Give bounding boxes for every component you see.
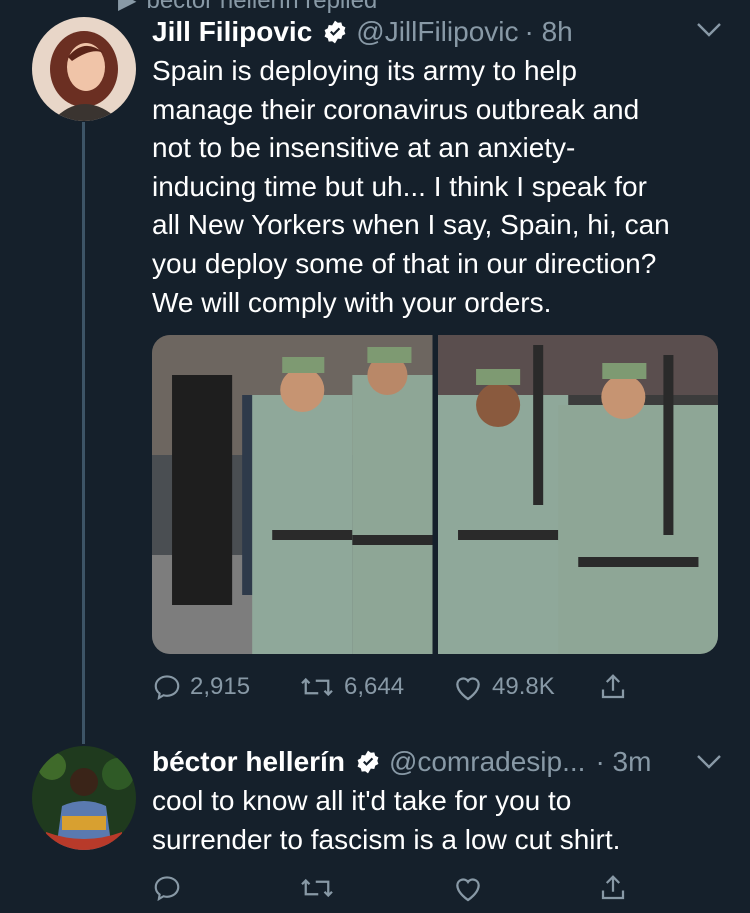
like-icon <box>452 873 484 903</box>
share-button[interactable] <box>598 873 628 903</box>
tweet2-actions <box>152 873 718 905</box>
tweet2-text: cool to know all it'd take for you to su… <box>152 785 621 855</box>
tweet1-photo-left[interactable] <box>152 335 433 654</box>
like-count: 49.8K <box>492 673 555 700</box>
avatar-bector[interactable] <box>32 746 136 850</box>
tweet2-timestamp[interactable]: · 3m <box>595 746 651 778</box>
reply-icon <box>152 672 182 702</box>
tweet1-photo-right[interactable] <box>437 335 718 654</box>
like-button[interactable]: 49.8K <box>452 672 555 702</box>
share-icon <box>598 672 628 702</box>
like-button[interactable] <box>452 873 492 903</box>
tweet1-handle[interactable]: @JillFilipovic <box>356 16 518 48</box>
replied-banner[interactable]: ▶ béctor hellerín replied <box>118 0 377 15</box>
avatar-jill[interactable] <box>32 17 136 121</box>
tweet1-media[interactable] <box>152 335 718 654</box>
replied-banner-text: béctor hellerín replied <box>146 0 378 14</box>
reply-button[interactable]: 2,915 <box>152 672 250 702</box>
reply-icon <box>152 873 182 903</box>
tweet1-text: Spain is deploying its army to help mana… <box>152 55 670 318</box>
share-button[interactable] <box>598 672 628 702</box>
thread-connector-line <box>82 122 85 744</box>
tweet1-display-name[interactable]: Jill Filipovic <box>152 16 312 48</box>
tweet2-header: béctor hellerín @comradesip... · 3m <box>152 746 651 778</box>
verified-badge-icon <box>322 19 348 45</box>
like-icon <box>452 672 484 702</box>
retweet-icon <box>298 672 336 702</box>
tweet1-actions: 2,915 6,644 49.8K <box>152 672 718 704</box>
retweet-button[interactable]: 6,644 <box>298 672 404 702</box>
chevron-down-icon[interactable] <box>696 754 722 775</box>
reply-arrow-icon: ▶ <box>118 0 137 14</box>
reply-count: 2,915 <box>190 673 251 700</box>
retweet-icon <box>298 873 336 903</box>
tweet1-header: Jill Filipovic @JillFilipovic · 8h <box>152 16 573 48</box>
tweet2-display-name[interactable]: béctor hellerín <box>152 746 345 778</box>
chevron-down-icon[interactable] <box>696 22 722 43</box>
retweet-count: 6,644 <box>344 673 405 700</box>
reply-button[interactable] <box>152 873 190 903</box>
retweet-button[interactable] <box>298 873 344 903</box>
tweet1-timestamp[interactable]: · 8h <box>524 16 572 48</box>
tweet2-handle[interactable]: @comradesip... <box>389 746 586 778</box>
share-icon <box>598 873 628 903</box>
verified-badge-icon <box>355 749 381 775</box>
